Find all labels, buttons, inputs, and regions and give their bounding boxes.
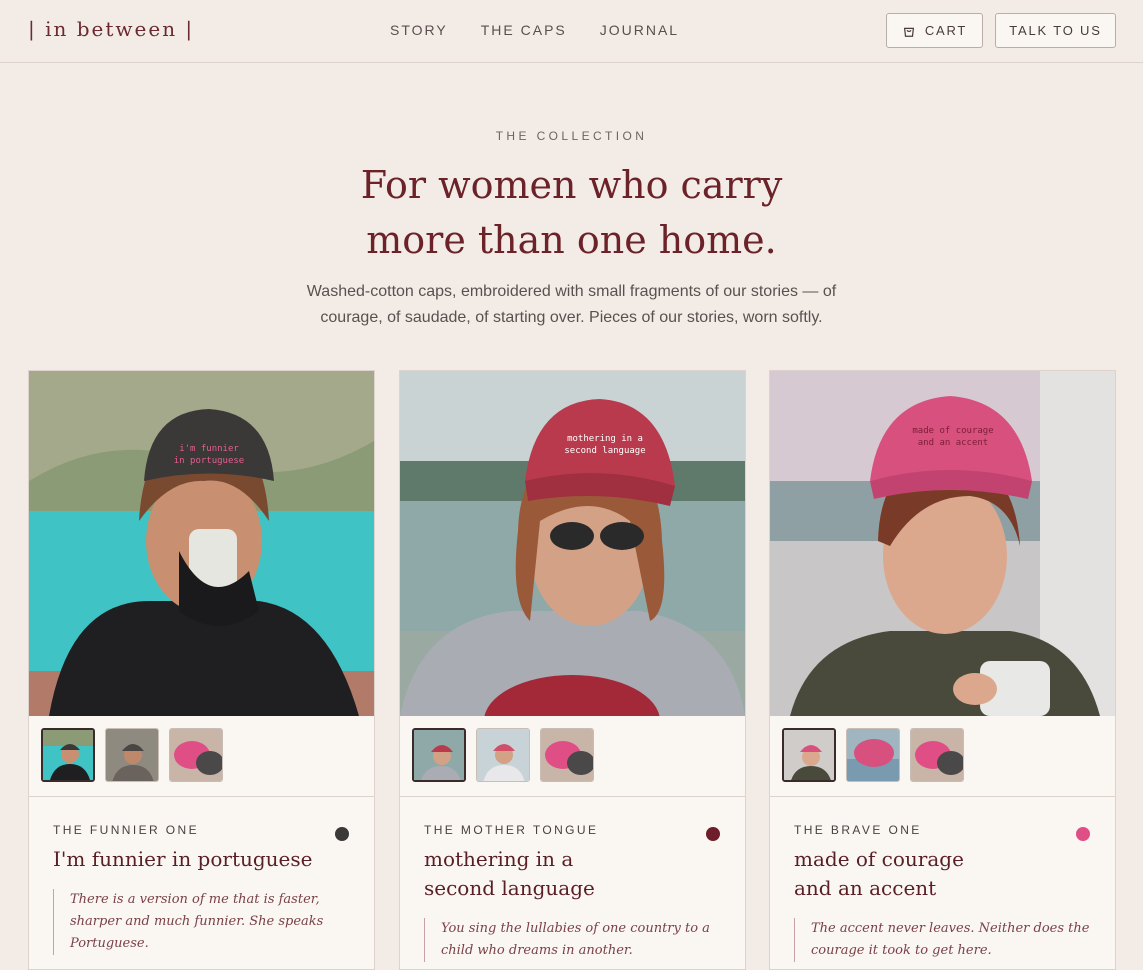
hero-subtitle: Washed-cotton caps, embroidered with sma… [306,283,837,326]
product-label: THE BRAVE ONE [794,823,922,837]
svg-text:second language: second language [564,446,645,456]
nav-link-the-caps[interactable]: THE CAPS [481,22,567,38]
svg-text:made of courage: made of courage [912,426,993,436]
thumbnail-2[interactable] [105,728,159,782]
product-title[interactable]: I'm funnier in portuguese [53,845,313,874]
thumbnail-1[interactable] [41,728,95,782]
product-title[interactable]: mothering in a second language [424,845,624,903]
headline-line-2: more than one home. [366,218,777,262]
talk-to-us-button[interactable]: TALK TO US [995,13,1116,48]
brand-logo[interactable]: | in between | [28,17,194,41]
product-label: THE FUNNIER ONE [53,823,200,837]
product-quote: The accent never leaves. Neither does th… [794,918,1101,962]
product-card-mother-tongue[interactable]: mothering in a second language THE MOTHE… [399,370,746,970]
thumbnail-2[interactable] [476,728,530,782]
thumbnail-3[interactable] [910,728,964,782]
thumbnail-3[interactable] [540,728,594,782]
shopping-bag-icon [903,27,914,37]
thumbnail-3[interactable] [169,728,223,782]
color-swatch-dot[interactable] [335,827,349,841]
product-quote: You sing the lullabies of one country to… [424,918,731,962]
svg-text:in portuguese: in portuguese [174,456,244,466]
cart-label: CART [924,23,968,38]
nav-links: STORY THE CAPS JOURNAL [390,22,679,38]
thumbnail-strip [400,716,745,797]
product-label: THE MOTHER TONGUE [424,823,599,837]
nav-link-story[interactable]: STORY [390,22,448,38]
headline-line-1: For women who carry [360,163,783,207]
thumbnail-2[interactable] [846,728,900,782]
product-photo[interactable]: mothering in a second language [400,371,745,716]
top-nav: | in between | STORY THE CAPS JOURNAL CA… [0,0,1143,63]
product-title[interactable]: made of courage and an accent [794,845,994,903]
product-quote: There is a version of me that is faster,… [53,889,360,955]
thumbnail-1[interactable] [782,728,836,782]
cart-button[interactable]: CART [886,13,983,48]
hero-headline: For women who carry more than one home. [0,158,1143,268]
product-photo[interactable]: made of courage and an accent [770,371,1115,716]
svg-text:i'm funnier: i'm funnier [179,444,239,454]
product-card-funnier[interactable]: i'm funnier in portuguese THE FUNNIER ON… [28,370,375,970]
section-eyebrow: THE COLLECTION [495,129,648,143]
product-photo[interactable]: i'm funnier in portuguese [29,371,374,716]
svg-text:and an accent: and an accent [918,438,988,448]
color-swatch-dot[interactable] [706,827,720,841]
product-card-brave[interactable]: made of courage and an accent THE BRAVE … [769,370,1116,970]
thumbnail-strip [29,716,374,797]
thumbnail-1[interactable] [412,728,466,782]
thumbnail-strip [770,716,1115,797]
svg-text:mothering in a: mothering in a [567,434,643,444]
color-swatch-dot[interactable] [1076,827,1090,841]
nav-link-journal[interactable]: JOURNAL [600,22,679,38]
